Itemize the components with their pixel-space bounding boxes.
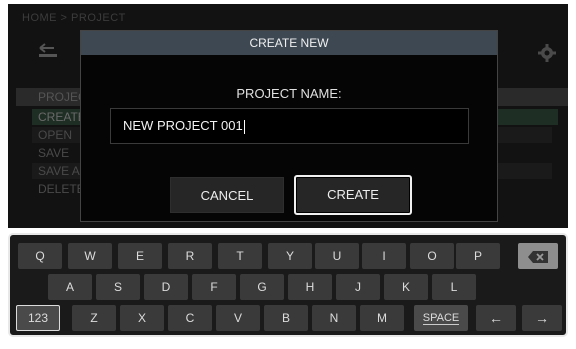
key-r[interactable]: R xyxy=(168,243,212,269)
text-cursor xyxy=(243,119,245,134)
key-a[interactable]: A xyxy=(48,274,92,300)
menu-item-save[interactable]: SAVE xyxy=(38,145,69,161)
space-key[interactable]: SPACE xyxy=(414,305,468,331)
key-u[interactable]: U xyxy=(315,243,359,269)
cancel-button[interactable]: CANCEL xyxy=(170,177,284,213)
key-w[interactable]: W xyxy=(68,243,112,269)
menu-item-open[interactable]: OPEN xyxy=(38,127,72,143)
create-new-dialog: CREATE NEW PROJECT NAME: NEW PROJECT 001… xyxy=(80,30,498,222)
menu-item-delete[interactable]: DELETE xyxy=(38,181,85,197)
backspace-icon xyxy=(528,250,548,263)
numeric-toggle-key[interactable]: 123 xyxy=(16,305,60,331)
key-j[interactable]: J xyxy=(336,274,380,300)
key-l[interactable]: L xyxy=(432,274,476,300)
key-x[interactable]: X xyxy=(120,305,164,331)
key-n[interactable]: N xyxy=(312,305,356,331)
back-arrow-icon[interactable] xyxy=(36,42,60,60)
dialog-title: CREATE NEW xyxy=(81,31,497,55)
create-button[interactable]: CREATE xyxy=(294,175,412,215)
key-e[interactable]: E xyxy=(118,243,162,269)
camera-screen: HOME > PROJECT PROJECT CREATE OPEN SAVE … xyxy=(0,0,576,349)
cursor-left-key[interactable]: ← xyxy=(476,305,516,331)
key-o[interactable]: O xyxy=(410,243,454,269)
key-p[interactable]: P xyxy=(456,243,500,269)
project-name-value: NEW PROJECT 001 xyxy=(123,118,243,133)
key-f[interactable]: F xyxy=(192,274,236,300)
key-z[interactable]: Z xyxy=(72,305,116,331)
key-h[interactable]: H xyxy=(288,274,332,300)
cursor-right-key[interactable]: → xyxy=(522,305,562,331)
key-d[interactable]: D xyxy=(144,274,188,300)
project-name-label: PROJECT NAME: xyxy=(236,86,342,101)
key-v[interactable]: V xyxy=(216,305,260,331)
breadcrumb: HOME > PROJECT xyxy=(22,12,126,24)
key-b[interactable]: B xyxy=(264,305,308,331)
on-screen-keyboard: Q W E R T Y U I O P A S D F G H J K L 12… xyxy=(8,233,568,337)
key-i[interactable]: I xyxy=(362,243,406,269)
key-c[interactable]: C xyxy=(168,305,212,331)
key-m[interactable]: M xyxy=(360,305,404,331)
key-y[interactable]: Y xyxy=(268,243,312,269)
space-label: SPACE xyxy=(422,312,460,325)
key-s[interactable]: S xyxy=(96,274,140,300)
project-name-input[interactable]: NEW PROJECT 001 xyxy=(110,108,469,144)
backspace-key[interactable] xyxy=(518,243,558,269)
key-q[interactable]: Q xyxy=(18,243,62,269)
key-t[interactable]: T xyxy=(218,243,262,269)
key-k[interactable]: K xyxy=(384,274,428,300)
gear-icon[interactable] xyxy=(538,44,556,62)
key-g[interactable]: G xyxy=(240,274,284,300)
